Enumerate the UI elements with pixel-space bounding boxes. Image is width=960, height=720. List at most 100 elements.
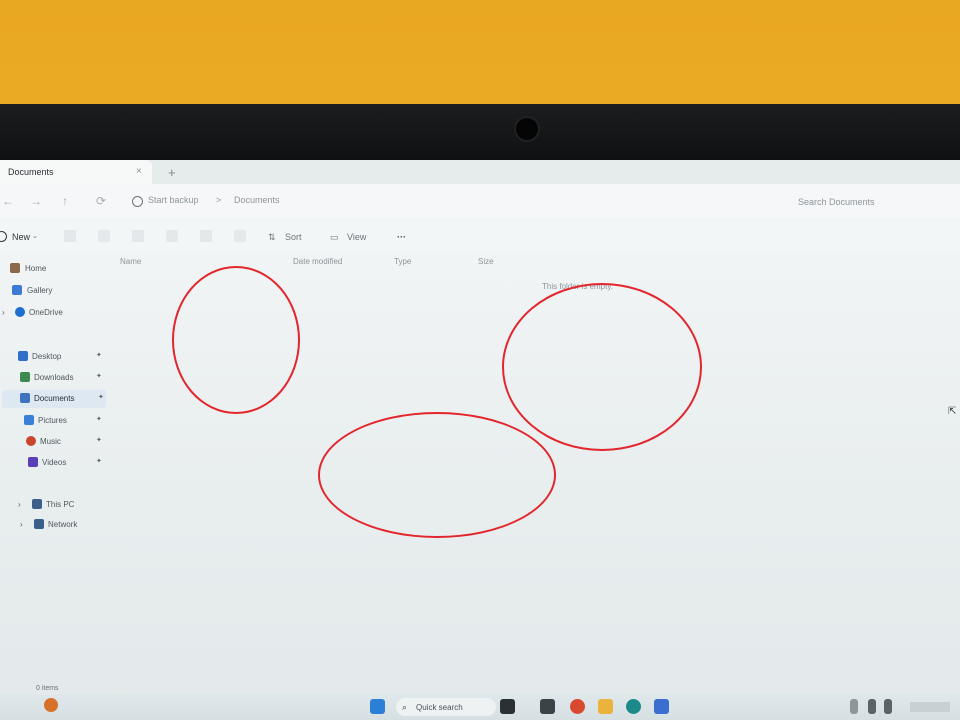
rename-icon[interactable] [166,230,178,242]
status-item-count: 0 items [36,685,59,692]
expand-chevron-icon[interactable]: › [20,520,23,529]
sidebar-item-label: Gallery [27,286,53,295]
sidebar-item-label: Desktop [32,352,62,361]
copy-icon[interactable] [98,230,110,242]
network-tray-icon[interactable] [868,699,876,714]
sidebar-item-desktop[interactable]: Desktop ✦ [0,348,110,366]
sort-button[interactable]: Sort [285,232,302,242]
task-view-icon[interactable] [500,699,515,714]
tab-documents[interactable]: Documents × [0,160,152,184]
taskbar-search-label: Quick search [416,703,463,712]
view-button[interactable]: View [347,232,366,242]
navigation-pane: Home Gallery › OneDrive Desktop ✦ Downlo… [0,256,112,676]
documents-icon [20,393,30,403]
new-dropdown-icon[interactable]: ⌄ [32,232,38,240]
store-icon[interactable] [654,699,669,714]
computer-icon [32,499,42,509]
laptop-bezel [0,104,960,166]
sidebar-item-onedrive[interactable]: › OneDrive [0,304,110,322]
sidebar-item-label: Music [40,437,61,446]
column-header-date-modified[interactable]: Date modified [293,257,342,266]
sidebar-item-network[interactable]: › Network [0,516,110,534]
expand-chevron-icon[interactable]: › [2,308,5,317]
sidebar-item-music[interactable]: Music ✦ [0,433,110,451]
edge-icon[interactable] [626,699,641,714]
annotation-circle [172,266,300,414]
music-icon [26,436,36,446]
sidebar-item-label: Pictures [38,416,67,425]
sort-icon: ⇅ [268,232,276,242]
annotation-circle [502,283,702,451]
pin-icon[interactable]: ✦ [96,415,102,423]
refresh-icon[interactable]: ⟳ [96,194,106,208]
sidebar-item-this-pc[interactable]: › This PC [0,496,110,514]
more-options-button[interactable]: ··· [397,232,406,242]
downloads-icon [20,372,30,382]
taskbar-search[interactable]: ⌕ Quick search [396,698,496,716]
onedrive-icon [15,307,25,317]
start-icon[interactable] [370,699,385,714]
breadcrumb-separator: > [216,195,222,205]
gallery-icon [12,285,22,295]
delete-icon[interactable] [234,230,246,242]
videos-icon [28,457,38,467]
weather-icon[interactable] [44,698,58,712]
sidebar-item-label: Home [25,264,47,273]
paste-icon[interactable] [132,230,144,242]
backup-icon [132,196,143,207]
pin-icon[interactable]: ✦ [96,457,102,465]
search-placeholder: Search Documents [798,197,875,207]
volume-tray-icon[interactable] [884,699,892,714]
sidebar-item-documents[interactable]: Documents ✦ [2,390,106,408]
sidebar-item-downloads[interactable]: Downloads ✦ [0,369,110,387]
tab-title: Documents [8,167,54,177]
chrome-icon[interactable] [570,699,585,714]
desktop-icon [18,351,28,361]
annotation-circle [318,412,556,538]
breadcrumb[interactable]: Start backup > Documents [130,191,764,211]
pin-icon[interactable]: ✦ [98,393,104,401]
sidebar-item-label: Documents [34,394,75,403]
expand-chevron-icon[interactable]: › [18,500,21,509]
search-input[interactable]: Search Documents [780,191,960,211]
column-header-type[interactable]: Type [394,257,411,266]
column-header-size[interactable]: Size [478,257,494,266]
sidebar-item-label: Videos [42,458,67,467]
clock-tray[interactable] [910,702,950,712]
breadcrumb-documents[interactable]: Documents [234,195,280,205]
share-icon[interactable] [200,230,212,242]
pictures-icon [24,415,34,425]
pin-icon[interactable]: ✦ [96,372,102,380]
sidebar-item-label: OneDrive [29,308,63,317]
sidebar-item-label: This PC [46,500,75,509]
sidebar-item-videos[interactable]: Videos ✦ [0,454,110,472]
file-explorer-icon[interactable] [598,699,613,714]
new-icon [0,231,7,242]
forward-icon[interactable]: → [30,194,42,208]
column-header-name[interactable]: Name [120,257,141,266]
widgets-icon[interactable] [540,699,555,714]
command-bar: New ⌄ ⇅ Sort ▭ View ··· [0,222,960,252]
taskbar: ⌕ Quick search [0,694,960,720]
sidebar-item-label: Network [48,520,78,529]
pin-icon[interactable]: ✦ [96,351,102,359]
view-icon: ▭ [330,232,339,242]
tray-chevron-icon[interactable] [850,699,858,714]
back-icon[interactable]: ← [2,194,14,208]
tab-strip: Documents × + [0,160,960,184]
close-tab-icon[interactable]: × [136,166,142,177]
sidebar-item-gallery[interactable]: Gallery [0,282,110,300]
webcam [514,116,540,142]
sidebar-item-label: Downloads [34,373,74,382]
breadcrumb-start-backup[interactable]: Start backup [148,195,199,205]
search-icon: ⌕ [402,702,408,712]
network-icon [34,519,44,529]
sidebar-item-home[interactable]: Home [0,260,110,278]
pin-icon[interactable]: ✦ [96,436,102,444]
up-icon[interactable]: ↑ [62,194,68,208]
new-button[interactable]: New [12,232,30,242]
new-tab-icon[interactable]: + [168,165,176,180]
sidebar-item-pictures[interactable]: Pictures ✦ [0,412,110,430]
home-icon [10,263,20,273]
cut-icon[interactable] [64,230,76,242]
